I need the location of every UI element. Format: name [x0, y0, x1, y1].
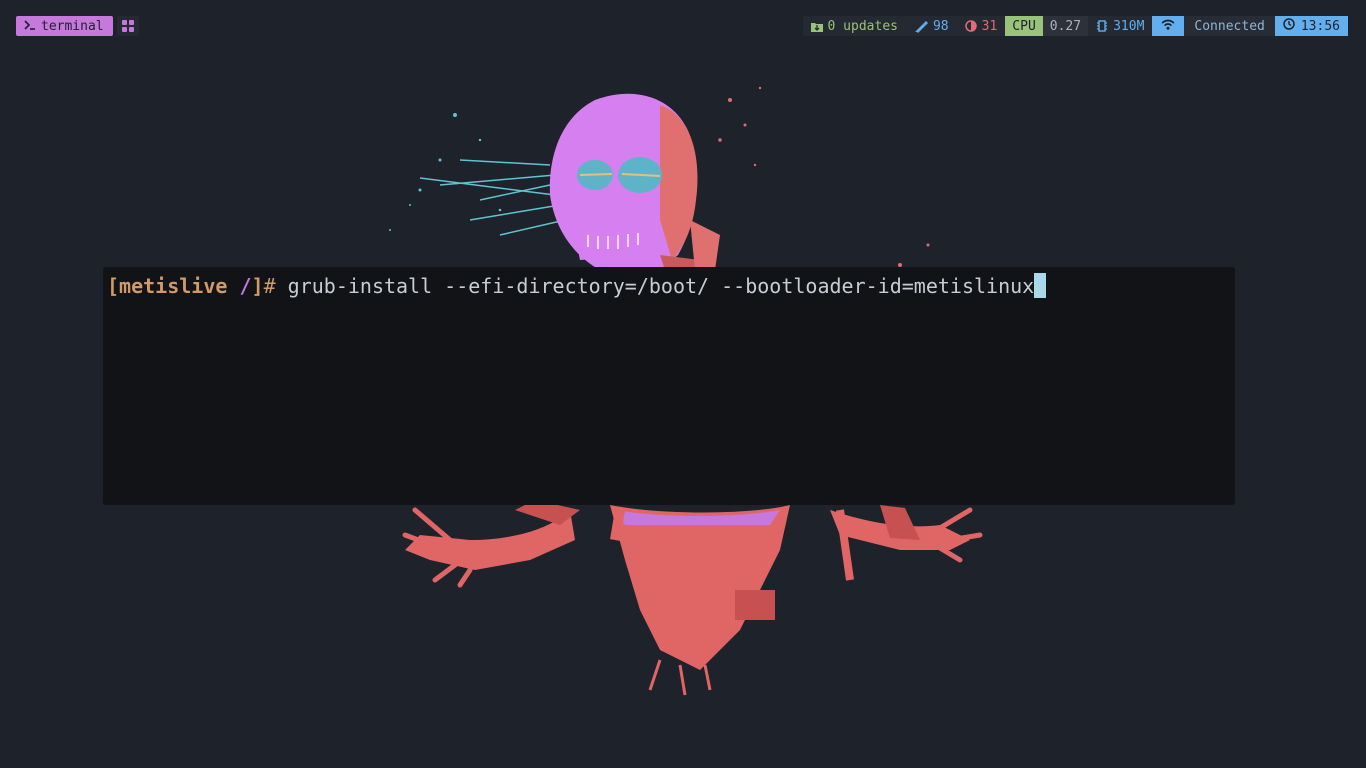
workspace-grid-button[interactable]	[116, 16, 139, 36]
network-status: Connected	[1184, 16, 1275, 36]
half-circle-icon	[964, 20, 977, 32]
grid-icon	[121, 17, 134, 36]
clock-module[interactable]: 13:56	[1274, 16, 1348, 36]
desktop: terminal 0 updates 98 31 CPU 0.27 310M C…	[0, 0, 1366, 768]
updates-module[interactable]: 0 updates	[803, 16, 906, 36]
package-update-icon	[810, 21, 823, 32]
memory-value: 310M	[1113, 18, 1145, 34]
wifi-icon	[1161, 19, 1175, 34]
prompt-user: metislive	[119, 274, 228, 298]
terminal-command-line[interactable]: [metislive /]# grub-install --efi-direct…	[107, 271, 1231, 301]
prompt-symbol: #	[263, 274, 276, 298]
volume-value: 31	[981, 18, 998, 34]
clock-time: 13:56	[1300, 18, 1340, 34]
updates-text: 0 updates	[827, 18, 898, 34]
text-cursor	[1034, 273, 1047, 298]
cpu-label[interactable]: CPU	[1005, 16, 1043, 36]
command-text: grub-install --efi-directory=/boot/ --bo…	[275, 274, 1035, 298]
cpu-value: 0.27	[1042, 16, 1089, 36]
terminal-window[interactable]: [metislive /]# grub-install --efi-direct…	[103, 267, 1235, 505]
workspace-label: terminal	[41, 18, 104, 34]
workspace-switcher: terminal	[16, 16, 139, 36]
prompt-close-bracket: ]	[251, 274, 264, 298]
workspace-terminal[interactable]: terminal	[16, 16, 113, 36]
volume-module[interactable]: 31	[957, 16, 1006, 36]
prompt-path: /	[227, 274, 252, 298]
prompt-open-bracket: [	[107, 274, 120, 298]
network-icon-box[interactable]	[1152, 16, 1185, 36]
brightness-module[interactable]: 98	[906, 16, 957, 36]
status-bar: 0 updates 98 31 CPU 0.27 310M Connected …	[802, 16, 1348, 36]
terminal-prompt-icon	[24, 19, 36, 34]
chip-icon	[1096, 20, 1108, 32]
clock-icon	[1283, 18, 1295, 34]
pen-brightness-icon	[914, 20, 928, 33]
memory-module[interactable]: 310M	[1088, 16, 1152, 36]
brightness-value: 98	[932, 18, 949, 34]
